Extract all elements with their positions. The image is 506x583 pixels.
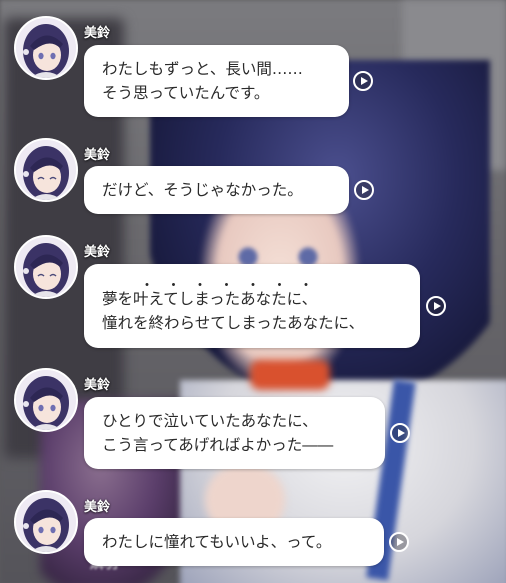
avatar[interactable] — [14, 138, 78, 202]
message-line: ひとりで泣いていたあなたに、 — [102, 412, 318, 430]
play-icon[interactable] — [389, 532, 409, 552]
message-line: だけど、そうじゃなかった。 — [102, 181, 303, 199]
speaker-name: 美鈴 — [84, 26, 111, 41]
speaker-name: 美鈴 — [84, 148, 111, 163]
message-line: わたしに憧れてもいいよ、って。 — [102, 533, 332, 551]
message-bubble: わたしに憧れてもいいよ、って。 — [84, 518, 384, 566]
avatar[interactable] — [14, 368, 78, 432]
play-icon[interactable] — [426, 296, 446, 316]
chat-log[interactable]: 美鈴 わたしもずっと、長い間…… そう思っていたんです。 美鈴 だけど、そうじゃ… — [0, 0, 506, 583]
message-bubble: ・・・・・・・ 夢を叶えてしまったあなたに、 憧れを終わらせてしまったあなたに、 — [84, 264, 420, 348]
emphasis-dots: ・・・・・・・ — [140, 278, 326, 294]
play-icon[interactable] — [354, 180, 374, 200]
play-icon[interactable] — [353, 71, 373, 91]
speaker-name: 美鈴 — [84, 378, 111, 393]
speaker-name: 美鈴 — [84, 500, 111, 515]
avatar[interactable] — [14, 16, 78, 80]
message-line: わたしもずっと、長い間…… — [102, 60, 303, 78]
message-line: こう言ってあげればよかった―― — [102, 436, 334, 454]
message-bubble: ひとりで泣いていたあなたに、 こう言ってあげればよかった―― — [84, 397, 385, 469]
avatar[interactable] — [14, 490, 78, 554]
message-line: そう思っていたんです。 — [102, 84, 270, 102]
message-bubble: わたしもずっと、長い間…… そう思っていたんです。 — [84, 45, 349, 117]
speaker-name: 美鈴 — [84, 245, 111, 260]
message-line: 憧れを終わらせてしまったあなたに、 — [102, 314, 365, 332]
play-icon[interactable] — [390, 423, 410, 443]
avatar[interactable] — [14, 235, 78, 299]
message-bubble: だけど、そうじゃなかった。 — [84, 166, 349, 214]
